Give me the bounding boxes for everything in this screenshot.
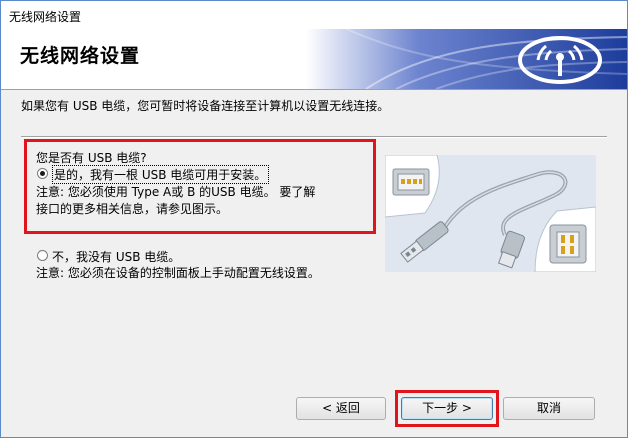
usb-question: 您是否有 USB 电缆? xyxy=(36,151,147,165)
radio-yes-usb[interactable] xyxy=(37,168,48,179)
radio-no-usb[interactable] xyxy=(37,250,48,261)
title-bar: 无线网络设置 xyxy=(1,1,627,29)
header-divider xyxy=(1,89,627,90)
cancel-button[interactable]: 取消 xyxy=(503,397,595,420)
window-title: 无线网络设置 xyxy=(9,10,82,24)
wireless-setup-dialog: 无线网络设置 无线网络设置 如果您有 USB 电缆，您可暂时将设备连接至计算机以… xyxy=(0,0,628,438)
header-panel: 无线网络设置 xyxy=(1,29,627,89)
content-separator-highlight xyxy=(21,137,607,138)
option-yes-label[interactable]: 是的，我有一根 USB 电缆可用于安装。 xyxy=(52,165,270,184)
option-no-label[interactable]: 不，我没有 USB 电缆。 xyxy=(52,248,180,265)
next-button[interactable]: 下一步 > xyxy=(401,397,493,420)
wireless-banner-icon xyxy=(306,29,627,89)
back-button[interactable]: < 返回 xyxy=(296,397,386,420)
option-yes-note: 注意: 您必须使用 Type A或 B 的USB 电缆。 要了解 接口的更多相关… xyxy=(36,184,315,218)
instruction-text: 如果您有 USB 电缆，您可暂时将设备连接至计算机以设置无线连接。 xyxy=(21,99,390,113)
option-yes-note-line2: 接口的更多相关信息，请参见图示。 xyxy=(36,202,229,216)
page-title: 无线网络设置 xyxy=(20,45,141,67)
option-yes-note-line1: 注意: 您必须使用 Type A或 B 的USB 电缆。 要了解 xyxy=(36,185,316,199)
option-no-note: 注意: 您必须在设备的控制面板上手动配置无线设置。 xyxy=(36,266,320,280)
usb-cable-illustration xyxy=(385,155,596,272)
